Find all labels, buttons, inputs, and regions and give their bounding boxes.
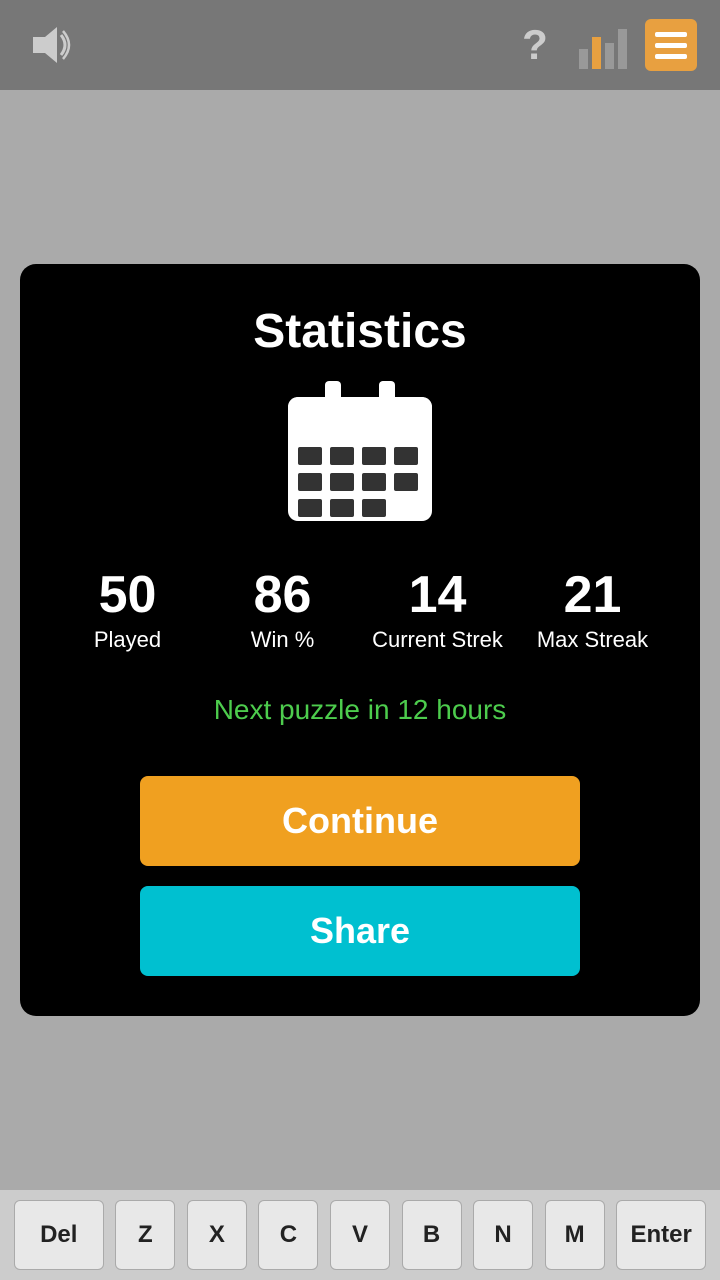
share-button[interactable]: Share <box>140 886 580 976</box>
next-puzzle-text: Next puzzle in 12 hours <box>214 694 507 726</box>
stat-current-streak: 14 Current Strek <box>360 569 515 653</box>
modal-title: Statistics <box>253 304 466 359</box>
menu-button[interactable] <box>642 16 700 74</box>
key-v[interactable]: V <box>330 1200 390 1270</box>
key-x[interactable]: X <box>187 1200 247 1270</box>
key-enter[interactable]: Enter <box>616 1200 706 1270</box>
stat-max-streak: 21 Max Streak <box>515 569 670 653</box>
key-del[interactable]: Del <box>14 1200 104 1270</box>
question-icon: ? <box>522 21 548 69</box>
keyboard-row: Del Z X C V B N M Enter <box>0 1190 720 1280</box>
calendar-icon <box>280 379 440 529</box>
stat-played: 50 Played <box>50 569 205 653</box>
toolbar: ? <box>0 0 720 90</box>
key-n[interactable]: N <box>473 1200 533 1270</box>
main-area: Statistics <box>0 90 720 1190</box>
hamburger-icon <box>645 19 697 71</box>
key-m[interactable]: M <box>545 1200 605 1270</box>
stats-row: 50 Played 86 Win % 14 Current Strek 21 M… <box>50 569 670 653</box>
key-z[interactable]: Z <box>115 1200 175 1270</box>
continue-button[interactable]: Continue <box>140 776 580 866</box>
speaker-button[interactable] <box>20 16 78 74</box>
key-b[interactable]: B <box>402 1200 462 1270</box>
key-c[interactable]: C <box>258 1200 318 1270</box>
barchart-icon <box>579 21 627 69</box>
statistics-modal: Statistics <box>20 264 700 1015</box>
help-button[interactable]: ? <box>506 16 564 74</box>
stats-button[interactable] <box>574 16 632 74</box>
stat-win-pct: 86 Win % <box>205 569 360 653</box>
